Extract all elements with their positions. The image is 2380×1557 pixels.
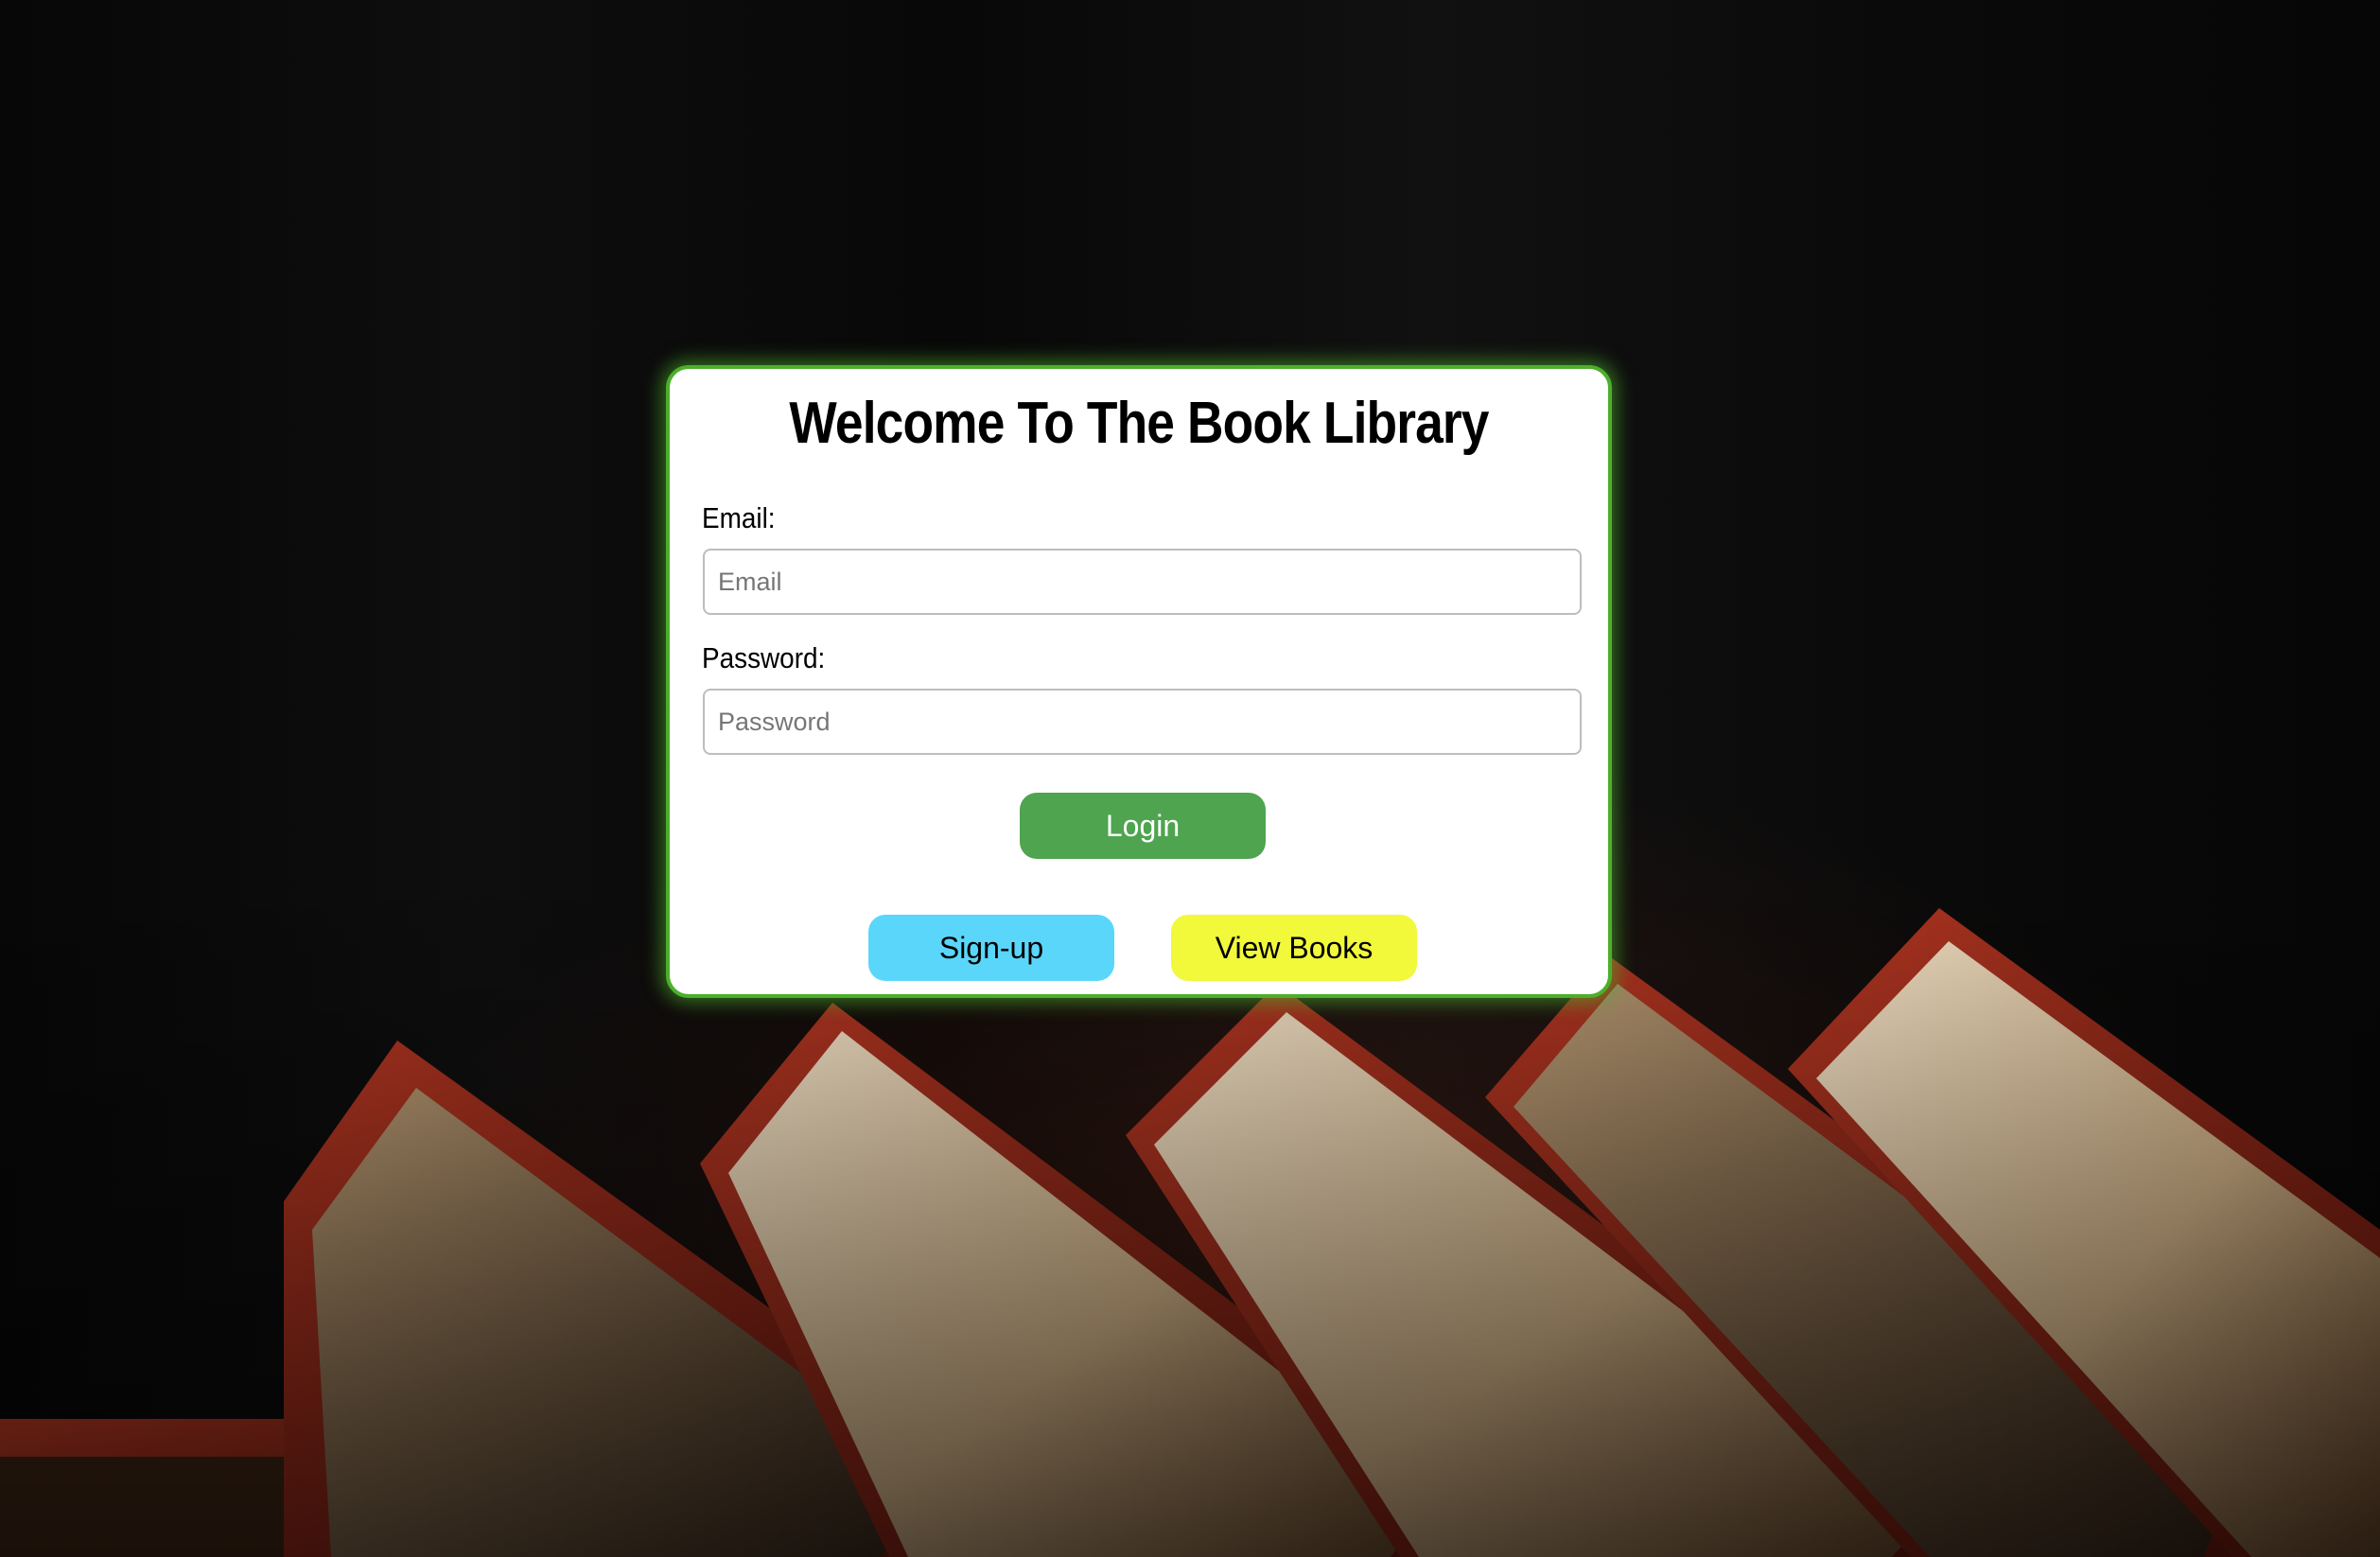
login-card: Welcome To The Book Library Email: Passw… bbox=[666, 365, 1612, 998]
page-title: Welcome To The Book Library bbox=[789, 391, 1489, 456]
login-button[interactable]: Login bbox=[1020, 793, 1266, 859]
view-books-button[interactable]: View Books bbox=[1171, 915, 1417, 981]
password-label: Password: bbox=[702, 641, 826, 674]
login-page: Welcome To The Book Library Email: Passw… bbox=[0, 0, 2380, 1557]
signup-button[interactable]: Sign-up bbox=[868, 915, 1114, 981]
email-label: Email: bbox=[702, 501, 776, 534]
password-field[interactable] bbox=[703, 689, 1582, 755]
email-field[interactable] bbox=[703, 549, 1582, 615]
